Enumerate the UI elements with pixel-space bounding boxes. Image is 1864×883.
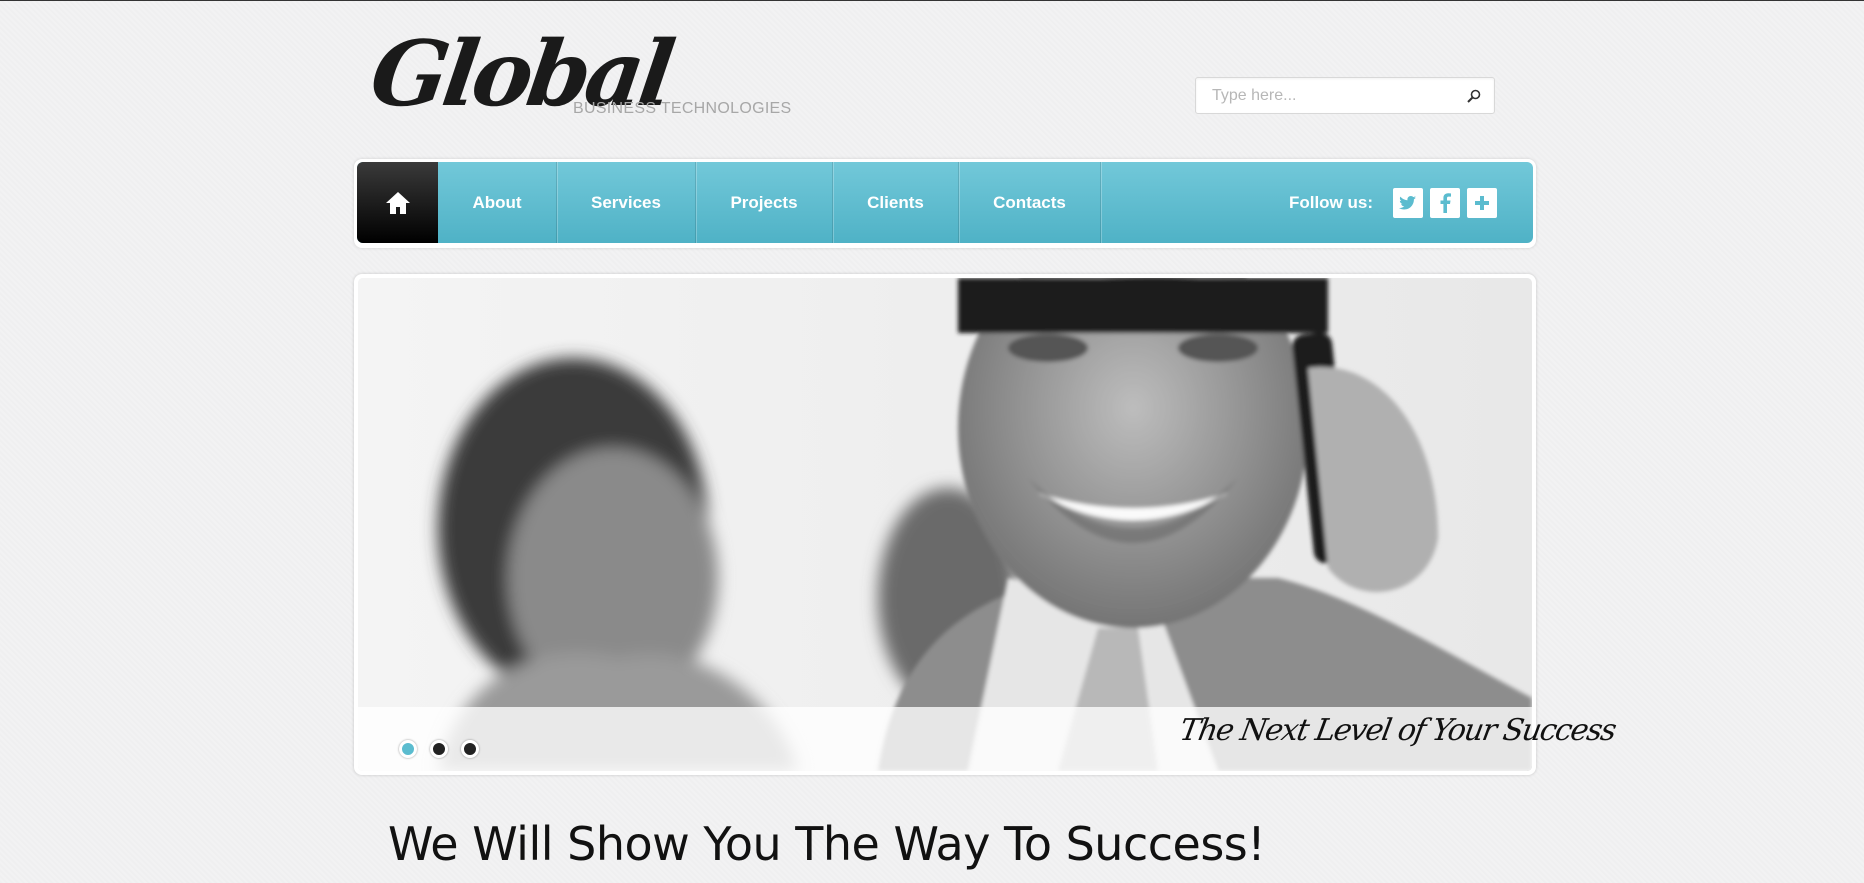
slider-dot-2[interactable] — [430, 740, 448, 758]
facebook-button[interactable] — [1430, 188, 1460, 218]
search-icon[interactable] — [1466, 88, 1482, 104]
slider-dot-1[interactable] — [399, 740, 417, 758]
page-headline: We Will Show You The Way To Success! — [388, 817, 1266, 871]
home-button[interactable] — [357, 162, 438, 243]
search-input[interactable] — [1196, 78, 1462, 113]
facebook-icon — [1440, 193, 1451, 213]
plus-button[interactable] — [1467, 188, 1497, 218]
hero-slider — [354, 274, 1536, 775]
twitter-button[interactable] — [1393, 188, 1423, 218]
nav-item-projects[interactable]: Projects — [696, 162, 833, 243]
nav-item-contacts[interactable]: Contacts — [959, 162, 1101, 243]
follow-us-label: Follow us: — [1288, 192, 1373, 212]
slider-dot-3[interactable] — [461, 740, 479, 758]
search-box — [1195, 77, 1495, 114]
nav-item-clients[interactable]: Clients — [833, 162, 959, 243]
home-icon — [385, 191, 410, 214]
nav-item-about[interactable]: About — [438, 162, 557, 243]
nav-item-services[interactable]: Services — [557, 162, 696, 243]
plus-icon — [1475, 196, 1489, 210]
logo-subtitle: BUSINESS TECHNOLOGIES — [573, 100, 792, 117]
slider-caption: The Next Level of Your Success — [1176, 713, 1618, 748]
hero-image — [358, 278, 1532, 771]
main-navigation: About Services Projects Clients Contacts… — [354, 159, 1536, 248]
twitter-icon — [1399, 196, 1416, 210]
